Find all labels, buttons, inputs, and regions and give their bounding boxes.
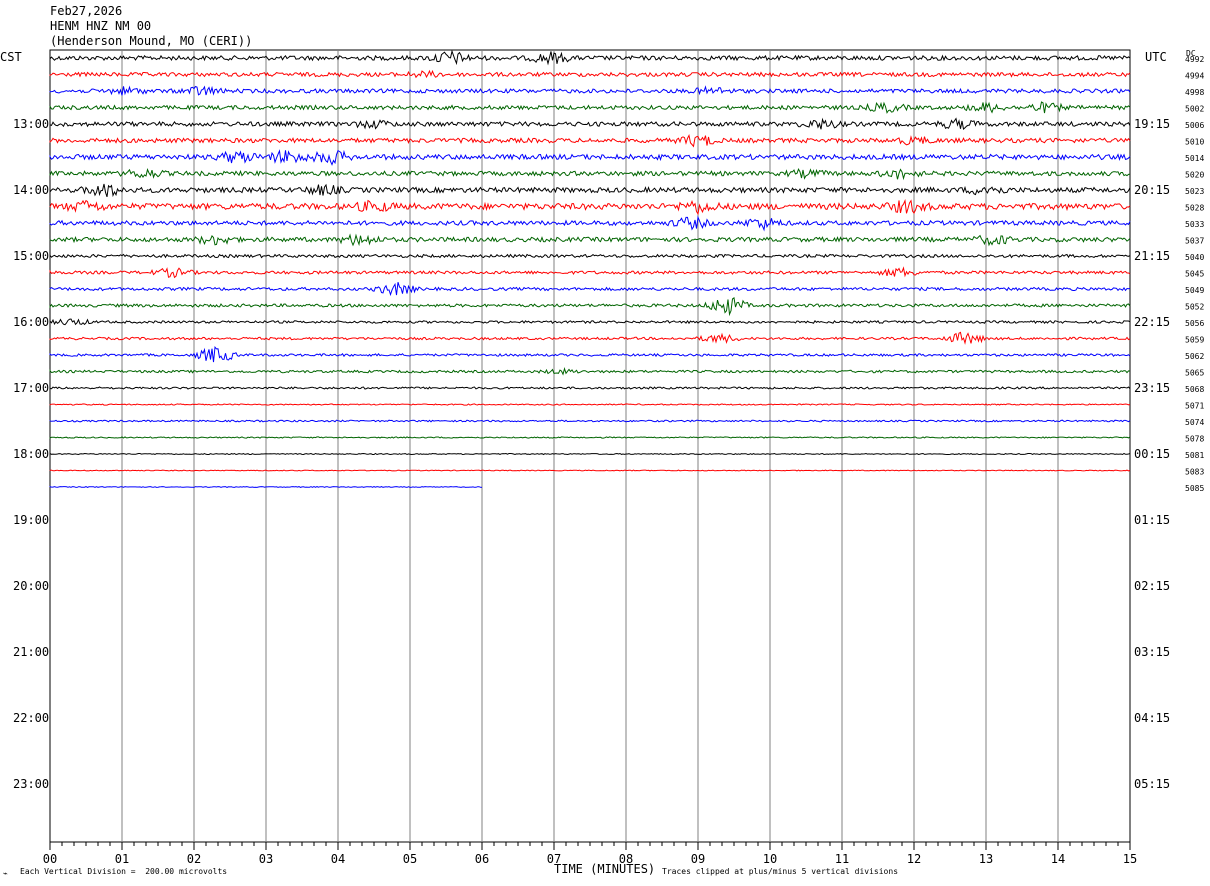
dc-offset-label: 5002	[1185, 105, 1204, 114]
seismic-trace	[49, 331, 1131, 345]
seismic-trace	[49, 436, 1131, 439]
cst-hour-label: 15:00	[13, 249, 49, 263]
dc-offset-label: 5052	[1185, 303, 1204, 312]
utc-hour-label: 21:15	[1134, 249, 1170, 263]
dc-offset-label: 5062	[1185, 352, 1204, 361]
x-tick-label: 05	[403, 852, 417, 866]
seismic-trace	[49, 266, 1131, 279]
x-tick-label: 13	[979, 852, 993, 866]
utc-hour-label: 00:15	[1134, 447, 1170, 461]
utc-hour-label: 02:15	[1134, 579, 1170, 593]
cst-hour-label: 19:00	[13, 513, 49, 527]
dc-offset-label: 5040	[1185, 253, 1204, 262]
dc-offset-label: 5010	[1185, 138, 1204, 147]
utc-hour-label: 22:15	[1134, 315, 1170, 329]
seismic-trace	[49, 486, 483, 488]
dc-offset-label: 5006	[1185, 121, 1204, 130]
cst-hour-label: 14:00	[13, 183, 49, 197]
dc-offset-label: 4998	[1185, 88, 1204, 97]
seismic-trace	[49, 282, 1131, 297]
seismic-trace	[49, 386, 1131, 390]
dc-offset-label: 5068	[1185, 385, 1204, 394]
dc-offset-label: 5083	[1185, 468, 1204, 477]
seismic-trace	[49, 346, 1131, 363]
x-tick-label: 04	[331, 852, 345, 866]
helicorder-plot: 00 01 02 03 04 05 06 07 08 09 10 11 12 13 14 1513:0014:…	[13, 49, 1204, 866]
x-tick-label: 00	[43, 852, 57, 866]
seismic-trace	[49, 101, 1131, 114]
dc-offset-label: 4994	[1185, 72, 1204, 81]
cst-hour-label: 17:00	[13, 381, 49, 395]
dc-offset-label: 5037	[1185, 237, 1204, 246]
dc-offset-label: 5056	[1185, 319, 1204, 328]
seismic-trace	[49, 253, 1131, 259]
seismic-trace	[49, 69, 1131, 79]
seismic-trace	[49, 215, 1131, 232]
seismic-trace	[49, 469, 1131, 472]
utc-hour-label: 23:15	[1134, 381, 1170, 395]
cst-hour-label: 20:00	[13, 579, 49, 593]
cst-hour-label: 22:00	[13, 711, 49, 725]
seismic-trace	[49, 403, 1131, 406]
utc-hour-label: 05:15	[1134, 777, 1170, 791]
clip-note: Traces clipped at plus/minus 5 vertical …	[662, 867, 899, 876]
dc-offset-label: 5071	[1185, 402, 1204, 411]
seismic-trace	[49, 85, 1131, 96]
dc-offset-label: 5023	[1185, 187, 1204, 196]
seismic-trace	[49, 149, 1131, 166]
dc-offset-label: 5028	[1185, 204, 1204, 213]
seismic-trace	[49, 183, 1131, 198]
dc-offset-label: 5014	[1185, 154, 1204, 163]
dc-offset-label: 5078	[1185, 435, 1204, 444]
plot-frame	[49, 49, 1131, 843]
x-tick-label: 15	[1123, 852, 1137, 866]
utc-hour-label: 20:15	[1134, 183, 1170, 197]
x-tick-label: 09	[691, 852, 705, 866]
x-axis-title: TIME (MINUTES)	[554, 862, 656, 876]
x-tick-label: 11	[835, 852, 849, 866]
dc-offset-label: 5033	[1185, 220, 1204, 229]
seismic-trace	[49, 168, 1131, 181]
x-tick-label: 03	[259, 852, 273, 866]
dc-offset-label: 4992	[1185, 55, 1204, 64]
corner-mark: ⌁	[3, 869, 8, 878]
seismic-trace	[49, 49, 1131, 66]
cst-hour-label: 16:00	[13, 315, 49, 329]
seismic-trace	[49, 198, 1131, 216]
cst-hour-label: 23:00	[13, 777, 49, 791]
dc-offset-label: 5065	[1185, 369, 1204, 378]
cst-hour-label: 21:00	[13, 645, 49, 659]
dc-offset-label: 5081	[1185, 451, 1204, 460]
x-tick-label: 10	[763, 852, 777, 866]
dc-offset-label: 5085	[1185, 484, 1204, 493]
seismic-trace	[49, 366, 1131, 376]
cst-hour-label: 18:00	[13, 447, 49, 461]
seismic-trace	[49, 297, 1131, 317]
seismic-trace	[49, 318, 1131, 326]
scale-note: Each Vertical Division = 200.00 microvol…	[20, 867, 228, 876]
utc-hour-label: 03:15	[1134, 645, 1170, 659]
seismic-trace	[49, 233, 1131, 247]
seismic-trace	[49, 117, 1131, 131]
dc-offset-label: 5059	[1185, 336, 1204, 345]
seismic-trace	[49, 419, 1131, 423]
x-tick-label: 01	[115, 852, 129, 866]
dc-offset-label: 5049	[1185, 286, 1204, 295]
dc-offset-label: 5074	[1185, 418, 1204, 427]
x-tick-label: 02	[187, 852, 201, 866]
x-tick-label: 12	[907, 852, 921, 866]
dc-offset-label: 5020	[1185, 171, 1204, 180]
utc-hour-label: 19:15	[1134, 117, 1170, 131]
seismic-trace	[49, 452, 1131, 456]
x-tick-label: 14	[1051, 852, 1065, 866]
utc-hour-label: 01:15	[1134, 513, 1170, 527]
utc-hour-label: 04:15	[1134, 711, 1170, 725]
cst-hour-label: 13:00	[13, 117, 49, 131]
x-tick-label: 06	[475, 852, 489, 866]
dc-offset-label: 5045	[1185, 270, 1204, 279]
seismic-trace	[49, 134, 1131, 148]
